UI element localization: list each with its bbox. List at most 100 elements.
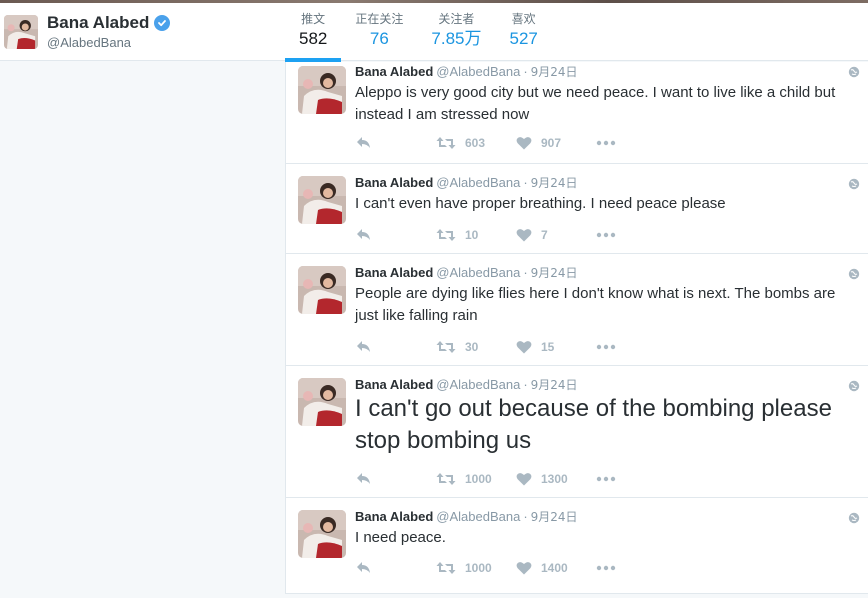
tweet-date[interactable]: 9月24日: [531, 510, 578, 524]
tweet-item[interactable]: Bana Alabed @AlabedBana · 9月24日 Aleppo is v…: [286, 62, 868, 164]
profile-handle[interactable]: @AlabedBana: [47, 35, 131, 50]
reply-button[interactable]: [356, 561, 436, 575]
tweet-text: People are dying like flies here I don't…: [355, 285, 836, 324]
like-button[interactable]: 7: [516, 228, 596, 242]
tweet-header: Bana Alabed @AlabedBana · 9月24日: [355, 63, 578, 80]
tweet-timeline: Bana Alabed @AlabedBana · 9月24日 Aleppo is v…: [285, 62, 868, 594]
tweet-avatar[interactable]: [298, 510, 346, 558]
stat-value: 7.85万: [431, 29, 482, 48]
stat-label: 关注者: [438, 12, 475, 26]
tweet-author-name[interactable]: Bana Alabed: [355, 509, 433, 524]
reply-button[interactable]: [356, 472, 436, 486]
separator-dot: ·: [523, 377, 528, 392]
like-count: 15: [541, 340, 555, 354]
reply-icon: [357, 229, 370, 240]
profile-name-text[interactable]: Bana Alabed: [47, 13, 149, 33]
tweet-text: I can't go out because of the bombing pl…: [355, 395, 832, 454]
retweet-button[interactable]: 10: [436, 228, 516, 242]
retweet-button[interactable]: 30: [436, 340, 516, 354]
like-count: 1400: [541, 561, 568, 575]
more-dots-icon: [596, 565, 616, 571]
retweet-count: 10: [465, 228, 479, 242]
tweet-item[interactable]: Bana Alabed @AlabedBana · 9月24日 I need peac…: [286, 498, 868, 594]
tweet-item[interactable]: Bana Alabed @AlabedBana · 9月24日 I can't eve…: [286, 164, 868, 254]
globe-icon: [848, 177, 860, 190]
tweet-author-name[interactable]: Bana Alabed: [355, 175, 433, 190]
more-dots-icon: [596, 476, 616, 482]
heart-icon: [516, 473, 532, 486]
tweet-actions: 603 907: [356, 134, 616, 152]
retweet-count: 1000: [465, 472, 492, 486]
retweet-count: 1000: [465, 561, 492, 575]
heart-icon: [516, 137, 532, 150]
stat-label: 正在关注: [355, 12, 404, 26]
reply-icon: [357, 473, 370, 484]
stat-value: 527: [509, 29, 538, 48]
stat-following[interactable]: 正在关注 76: [341, 3, 417, 61]
retweet-count: 603: [465, 136, 486, 150]
tweet-item[interactable]: Bana Alabed @AlabedBana · 9月24日 People are …: [286, 254, 868, 366]
verified-badge-icon: [154, 15, 171, 31]
separator-dot: ·: [523, 175, 528, 190]
tweet-author-handle[interactable]: @AlabedBana: [436, 377, 520, 392]
retweet-icon: [436, 473, 456, 485]
tweet-avatar[interactable]: [298, 176, 346, 224]
tweet-author-name[interactable]: Bana Alabed: [355, 377, 433, 392]
tweet-avatar[interactable]: [298, 66, 346, 114]
globe-icon: [848, 267, 860, 280]
like-button[interactable]: 1400: [516, 561, 596, 575]
more-button[interactable]: [596, 476, 616, 482]
more-button[interactable]: [596, 565, 616, 571]
tweet-author-handle[interactable]: @AlabedBana: [436, 265, 520, 280]
stat-label: 推文: [301, 12, 326, 26]
retweet-button[interactable]: 1000: [436, 472, 516, 486]
reply-button[interactable]: [356, 340, 436, 354]
tweet-text: I need peace.: [355, 529, 446, 546]
tweet-author-name[interactable]: Bana Alabed: [355, 265, 433, 280]
more-button[interactable]: [596, 140, 616, 146]
heart-icon: [516, 229, 532, 242]
tweet-date[interactable]: 9月24日: [531, 176, 578, 190]
tweet-header: Bana Alabed @AlabedBana · 9月24日: [355, 376, 578, 393]
stat-likes[interactable]: 喜欢 527: [495, 3, 551, 61]
tweet-actions: 10 7: [356, 226, 616, 244]
profile-avatar[interactable]: [4, 15, 38, 49]
tweet-item[interactable]: Bana Alabed @AlabedBana · 9月24日 I can't go …: [286, 366, 868, 498]
tweet-author-handle[interactable]: @AlabedBana: [436, 509, 520, 524]
more-dots-icon: [596, 344, 616, 350]
more-button[interactable]: [596, 344, 616, 350]
tweet-actions: 30 15: [356, 338, 616, 356]
tweet-header: Bana Alabed @AlabedBana · 9月24日: [355, 264, 578, 281]
tweet-author-handle[interactable]: @AlabedBana: [436, 175, 520, 190]
retweet-button[interactable]: 603: [436, 136, 516, 150]
globe-icon: [848, 65, 860, 78]
globe-icon: [848, 511, 860, 524]
like-count: 1300: [541, 472, 568, 486]
tweet-author-handle[interactable]: @AlabedBana: [436, 64, 520, 79]
profile-name[interactable]: Bana Alabed: [47, 13, 171, 33]
tweet-author-name[interactable]: Bana Alabed: [355, 64, 433, 79]
reply-icon: [357, 562, 370, 573]
stat-followers[interactable]: 关注者 7.85万: [417, 3, 495, 61]
like-button[interactable]: 907: [516, 136, 596, 150]
like-count: 907: [541, 136, 562, 150]
tweet-date[interactable]: 9月24日: [531, 65, 578, 79]
stat-tweets[interactable]: 推文 582: [285, 3, 342, 62]
tweet-actions: 1000 1400: [356, 559, 616, 577]
reply-button[interactable]: [356, 136, 436, 150]
like-button[interactable]: 1300: [516, 472, 596, 486]
separator-dot: ·: [523, 509, 528, 524]
like-button[interactable]: 15: [516, 340, 596, 354]
globe-icon: [848, 379, 860, 392]
stat-value: 582: [299, 29, 328, 48]
more-button[interactable]: [596, 232, 616, 238]
more-dots-icon: [596, 140, 616, 146]
reply-button[interactable]: [356, 228, 436, 242]
retweet-icon: [436, 562, 456, 574]
tweet-avatar[interactable]: [298, 266, 346, 314]
retweet-button[interactable]: 1000: [436, 561, 516, 575]
tweet-avatar[interactable]: [298, 378, 346, 426]
tweet-date[interactable]: 9月24日: [531, 378, 578, 392]
tweet-date[interactable]: 9月24日: [531, 266, 578, 280]
separator-dot: ·: [523, 265, 528, 280]
